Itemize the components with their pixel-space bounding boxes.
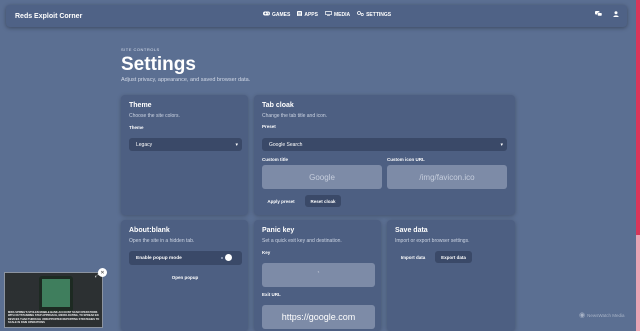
custom-title-label: Custom title <box>262 157 289 162</box>
expand-icon[interactable]: ⤢ <box>95 273 99 279</box>
custom-icon-placeholder: /img/favicon.ico <box>419 172 475 182</box>
top-navbar: Reds Exploit Corner GAMES APPS MEDIA SET… <box>6 5 627 27</box>
nav-settings[interactable]: SETTINGS <box>357 11 391 18</box>
exit-url-input[interactable]: https://google.com <box>262 305 375 329</box>
nav-apps[interactable]: APPS <box>297 11 318 18</box>
brand-title[interactable]: Reds Exploit Corner <box>15 13 82 20</box>
video-player-overlay[interactable]: MIRA SPRING'S STOLEN MOBILE BANK ACCOUNT… <box>4 272 103 328</box>
save-data-card: Save data Import or export browser setti… <box>387 220 515 331</box>
popup-mode-toggle-row[interactable]: Enable popup mode <box>129 251 242 265</box>
close-icon[interactable]: ✕ <box>98 268 107 277</box>
about-blank-desc: Open the site in a hidden tab. <box>129 238 195 244</box>
panic-key-desc: Set a quick exit key and destination. <box>262 238 342 244</box>
tab-cloak-title: Tab cloak <box>262 102 294 109</box>
reset-cloak-button[interactable]: Reset cloak <box>305 195 341 207</box>
tab-cloak-card: Tab cloak Change the tab title and icon.… <box>254 95 515 215</box>
chevron-down-icon: ▾ <box>500 141 503 148</box>
user-icon[interactable] <box>613 11 619 19</box>
nav-links: GAMES APPS MEDIA SETTINGS <box>263 11 391 18</box>
custom-icon-input[interactable]: /img/favicon.ico <box>387 165 507 189</box>
theme-label: Theme <box>129 125 144 130</box>
section-kicker: SITE CONTROLS <box>121 47 160 52</box>
panic-key-card: Panic key Set a quick exit key and desti… <box>254 220 381 331</box>
watermark-icon: ◉ <box>579 312 586 319</box>
open-popup-button[interactable]: Open popup <box>159 271 211 283</box>
nav-games[interactable]: GAMES <box>263 11 290 18</box>
preset-select-value: Google Search <box>269 141 303 148</box>
chat-icon[interactable] <box>595 11 603 19</box>
page-subtitle: Adjust privacy, appearance, and saved br… <box>121 77 251 83</box>
import-data-button[interactable]: Import data <box>395 251 431 263</box>
nav-apps-label: APPS <box>304 11 318 18</box>
popup-mode-label: Enable popup mode <box>136 255 182 261</box>
theme-card-title: Theme <box>129 102 152 109</box>
page-title: Settings <box>121 54 196 75</box>
apps-icon <box>297 11 303 18</box>
apply-preset-button[interactable]: Apply preset <box>262 195 300 207</box>
chevron-down-icon: ▾ <box>235 141 238 148</box>
export-data-button[interactable]: Export data <box>435 251 472 263</box>
theme-card-desc: Choose the site colors. <box>129 113 180 119</box>
nav-games-label: GAMES <box>272 11 291 18</box>
preset-label: Preset <box>262 124 276 129</box>
nav-right-icons <box>595 11 619 19</box>
custom-icon-label: Custom icon URL <box>387 157 425 162</box>
toggle-track <box>221 257 223 259</box>
nav-media[interactable]: MEDIA <box>325 11 350 18</box>
exit-url-value: https://google.com <box>281 312 356 322</box>
video-caption: MIRA SPRING'S STOLEN MOBILE BANK ACCOUNT… <box>8 311 100 325</box>
watermark-text: NewsWatch Media <box>587 312 625 318</box>
exit-url-label: Exit URL <box>262 292 281 297</box>
nav-media-label: MEDIA <box>333 11 351 18</box>
save-data-title: Save data <box>395 227 428 234</box>
preset-select[interactable]: Google Search ▾ <box>262 138 507 151</box>
about-blank-card: About:blank Open the site in a hidden ta… <box>121 220 248 331</box>
popup-mode-toggle[interactable] <box>225 254 232 261</box>
panic-key-title: Panic key <box>262 227 295 234</box>
theme-select[interactable]: Legacy ▾ <box>129 138 242 151</box>
nav-settings-label: SETTINGS <box>366 11 392 18</box>
gamepad-icon <box>263 11 270 18</box>
watermark-logo: ◉ NewsWatch Media <box>579 311 624 319</box>
panic-key-value: ` <box>317 271 320 279</box>
about-blank-title: About:blank <box>129 227 170 234</box>
theme-card: Theme Choose the site colors. Theme Lega… <box>121 95 248 215</box>
save-data-desc: Import or export browser settings. <box>395 238 470 244</box>
tab-cloak-desc: Change the tab title and icon. <box>262 113 328 119</box>
page-header: SITE CONTROLS Settings Adjust privacy, a… <box>121 47 250 83</box>
scrollbar-thumb[interactable] <box>636 0 640 235</box>
custom-title-placeholder: Google <box>309 172 335 182</box>
gears-icon <box>357 11 364 18</box>
panic-key-input[interactable]: ` <box>262 263 375 287</box>
theme-select-value: Legacy <box>136 141 153 148</box>
page-scrollbar[interactable] <box>636 0 640 331</box>
custom-title-input[interactable]: Google <box>262 165 382 189</box>
monitor-icon <box>325 11 332 18</box>
video-frame-screen <box>42 279 70 307</box>
panic-key-label: Key <box>262 250 271 255</box>
